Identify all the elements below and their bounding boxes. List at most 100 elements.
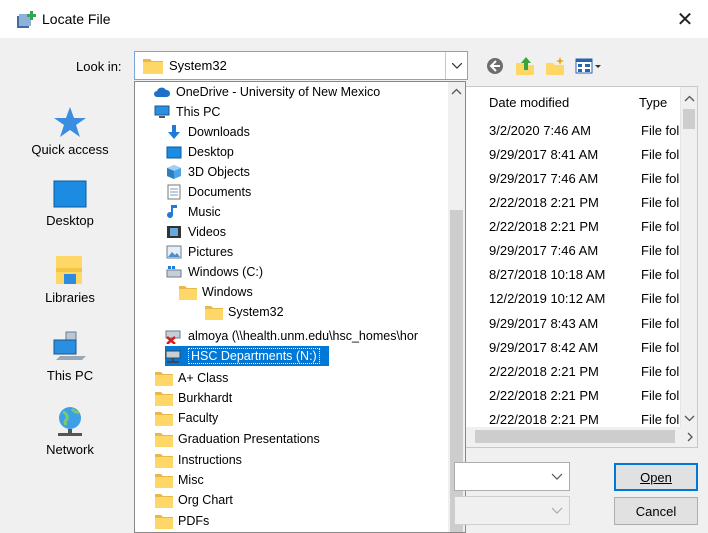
table-row[interactable]: 9/29/2017 7:46 AM File fol (455, 167, 681, 191)
folder-icon (155, 513, 173, 529)
row-type: File fol (641, 412, 680, 427)
dropdown-item-desktop[interactable]: Desktop (165, 142, 234, 162)
row-type: File fol (641, 195, 680, 210)
dropdown-item-videos[interactable]: Videos (165, 222, 226, 242)
dropdown-item-pictures[interactable]: Pictures (165, 242, 233, 262)
back-button[interactable] (484, 55, 506, 77)
dropdown-item-this-pc[interactable]: This PC (153, 102, 220, 122)
desktop-icon (53, 180, 87, 208)
dropdown-item-onedrive[interactable]: OneDrive - University of New Mexico (153, 82, 380, 102)
dropdown-item-windows-c[interactable]: Windows (C:) (165, 262, 263, 282)
chevron-down-icon (451, 62, 462, 69)
place-label: Quick access (31, 142, 109, 157)
dropdown-item-label: Windows (202, 285, 253, 299)
folder-icon (155, 390, 173, 406)
up-folder-button[interactable] (514, 55, 536, 77)
dropdown-item-label: HSC Departments (N:) (188, 348, 320, 364)
view-menu-button[interactable] (574, 55, 604, 77)
look-in-combo[interactable]: System32 (134, 51, 468, 80)
dropdown-item-system32[interactable]: System32 (205, 302, 284, 322)
scroll-down-icon (684, 415, 695, 422)
place-label: This PC (46, 368, 94, 383)
table-row[interactable]: 2/22/2018 2:21 PM File fol (455, 384, 681, 408)
file-list-vertical-scrollbar[interactable] (680, 87, 697, 427)
close-icon: ✕ (676, 8, 694, 31)
row-date: 9/29/2017 7:46 AM (489, 171, 599, 186)
dropdown-item-3d-objects[interactable]: 3D Objects (165, 162, 250, 182)
scroll-right-icon (687, 432, 693, 442)
dropdown-item-music[interactable]: Music (165, 202, 221, 222)
row-date: 3/2/2020 7:46 AM (489, 123, 591, 138)
place-quick-access[interactable]: Quick access (10, 106, 130, 157)
new-folder-button[interactable] (544, 55, 566, 77)
row-date: 9/29/2017 8:42 AM (489, 340, 599, 355)
row-type: File fol (641, 243, 680, 258)
libraries-icon (56, 256, 82, 284)
dropdown-item-label: PDFs (178, 514, 210, 528)
column-type[interactable]: Type (639, 95, 667, 110)
desktop-icon (165, 144, 183, 160)
row-type: File fol (641, 388, 680, 403)
place-this-pc[interactable]: This PC (10, 330, 130, 383)
file-type-combo[interactable] (454, 496, 570, 525)
dropdown-item-label: This PC (176, 105, 221, 119)
table-row[interactable]: 2/22/2018 2:21 PM File fol (455, 215, 681, 239)
dropdown-item-almoya[interactable]: almoya (\\health.unm.edu\hsc_homes\hor (165, 326, 418, 346)
table-row[interactable]: 9/29/2017 8:43 AM File fol (455, 312, 681, 336)
star-icon (54, 107, 86, 137)
dropdown-item-documents[interactable]: Documents (165, 182, 251, 202)
file-list[interactable]: Date modified Type 3/2/2020 7:46 AM File … (454, 86, 698, 448)
dropdown-item-folder[interactable]: PDFs (155, 511, 209, 531)
table-row[interactable]: 3/2/2020 7:46 AM File fol (455, 119, 681, 143)
dropdown-item-downloads[interactable]: Downloads (165, 122, 250, 142)
new-folder-icon (546, 57, 564, 75)
close-button[interactable]: ✕ (662, 0, 708, 38)
folder-icon (155, 492, 173, 508)
row-date: 8/27/2018 10:18 AM (489, 267, 606, 282)
folder-icon (179, 284, 197, 300)
row-type: File fol (641, 340, 680, 355)
column-date-modified[interactable]: Date modified (489, 95, 569, 110)
place-libraries[interactable]: Libraries (10, 254, 130, 305)
dropdown-item-folder[interactable]: Org Chart (155, 490, 233, 510)
window-title: Locate File (42, 11, 111, 27)
table-row[interactable]: 2/22/2018 2:21 PM File fol (455, 360, 681, 384)
folder-icon (155, 431, 173, 447)
look-in-dropdown-button[interactable] (445, 52, 467, 79)
table-row[interactable]: 2/22/2018 2:21 PM File fol (455, 191, 681, 215)
dropdown-item-hsc-departments[interactable]: HSC Departments (N:) (165, 346, 329, 366)
table-row[interactable]: 9/29/2017 8:41 AM File fol (455, 143, 681, 167)
toolbar (484, 54, 604, 78)
scroll-thumb[interactable] (475, 430, 675, 443)
scroll-up-icon (684, 95, 695, 102)
table-row[interactable]: 9/29/2017 8:42 AM File fol (455, 336, 681, 360)
computer-icon (53, 331, 86, 360)
cancel-button[interactable]: Cancel (614, 497, 698, 525)
dropdown-item-windows[interactable]: Windows (179, 282, 253, 302)
place-network[interactable]: Network (10, 404, 130, 457)
dropdown-item-folder[interactable]: Burkhardt (155, 388, 232, 408)
picture-icon (165, 244, 183, 260)
dropdown-item-folder[interactable]: Graduation Presentations (155, 429, 320, 449)
app-icon (17, 11, 36, 28)
places-bar: Quick access Desktop Libraries This PC N… (10, 84, 130, 533)
table-row[interactable]: 9/29/2017 7:46 AM File fol (455, 239, 681, 263)
column-header-row: Date modified Type (455, 87, 697, 117)
open-button[interactable]: Open (614, 463, 698, 491)
look-in-dropdown-list[interactable]: OneDrive - University of New Mexico This… (134, 81, 466, 533)
dropdown-item-folder[interactable]: A+ Class (155, 368, 228, 388)
place-desktop[interactable]: Desktop (10, 179, 130, 228)
dropdown-item-folder[interactable]: Faculty (155, 408, 218, 428)
dropdown-item-folder[interactable]: Misc (155, 470, 204, 490)
scroll-thumb[interactable] (683, 109, 695, 129)
file-name-combo[interactable] (454, 462, 570, 491)
view-menu-icon (575, 58, 601, 74)
chevron-down-icon (551, 507, 563, 514)
dropdown-item-label: Videos (188, 225, 226, 239)
dropdown-item-folder[interactable]: Instructions (155, 450, 242, 470)
disconnected-drive-icon (165, 328, 183, 344)
file-list-horizontal-scrollbar[interactable] (455, 427, 697, 447)
table-row[interactable]: 8/27/2018 10:18 AM File fol (455, 263, 681, 287)
look-in-value: System32 (169, 58, 227, 73)
table-row[interactable]: 12/2/2019 10:12 AM File fol (455, 287, 681, 311)
